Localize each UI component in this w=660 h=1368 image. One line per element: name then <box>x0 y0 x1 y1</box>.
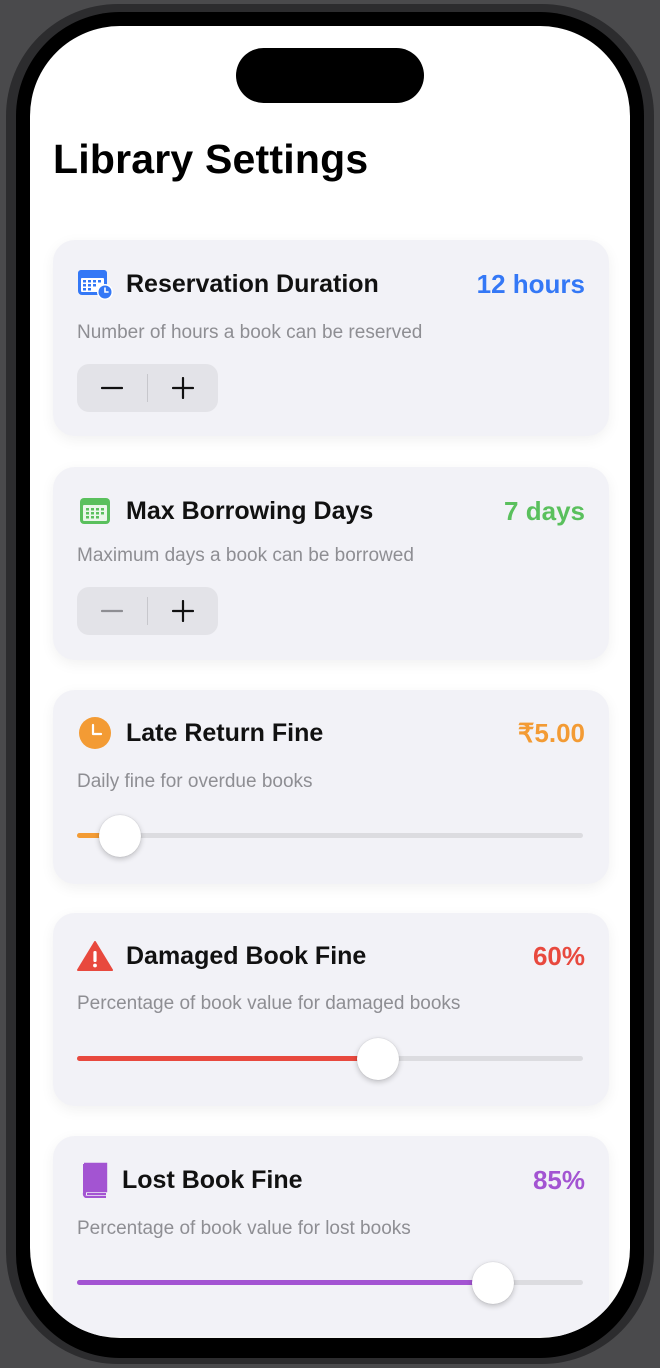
reservation-duration-title: Reservation Duration <box>126 269 379 298</box>
screen: Library Settings Reservation Duration 12… <box>30 26 630 1338</box>
card-header: Reservation Duration 12 hours <box>77 264 585 304</box>
decrement-button[interactable] <box>77 587 147 635</box>
lost-book-fine-card: Lost Book Fine 85% Percentage of book va… <box>53 1136 609 1336</box>
late-return-fine-card: Late Return Fine ₹5.00 Daily fine for ov… <box>53 690 609 884</box>
calendar-icon <box>77 493 113 529</box>
warning-triangle-icon <box>77 938 113 974</box>
max-borrowing-days-description: Maximum days a book can be borrowed <box>77 545 414 566</box>
card-header: Max Borrowing Days 7 days <box>77 491 585 531</box>
clock-icon <box>77 715 113 751</box>
slider-fill <box>77 1280 493 1285</box>
damaged-book-fine-title: Damaged Book Fine <box>126 941 367 970</box>
late-return-fine-slider[interactable] <box>77 814 583 858</box>
card-header: Lost Book Fine 85% <box>77 1160 585 1200</box>
minus-icon <box>101 609 123 613</box>
max-borrowing-days-title: Max Borrowing Days <box>126 496 374 525</box>
lost-book-fine-slider[interactable] <box>77 1261 583 1305</box>
slider-thumb[interactable] <box>99 815 141 857</box>
increment-button[interactable] <box>148 587 218 635</box>
damaged-book-fine-value: 60% <box>532 940 585 971</box>
slider-track <box>77 833 583 838</box>
dynamic-island <box>236 48 424 103</box>
lost-book-fine-value: 85% <box>532 1164 585 1195</box>
plus-icon <box>172 600 194 622</box>
slider-thumb[interactable] <box>472 1262 514 1304</box>
plus-icon <box>172 377 194 399</box>
damaged-book-fine-card: Damaged Book Fine 60% Percentage of book… <box>53 913 609 1106</box>
max-borrowing-days-card: Max Borrowing Days 7 days Maximum days a… <box>53 467 609 660</box>
lost-book-fine-title: Lost Book Fine <box>122 1165 303 1194</box>
reservation-duration-card: Reservation Duration 12 hours Number of … <box>53 240 609 436</box>
card-header: Damaged Book Fine 60% <box>77 936 585 976</box>
damaged-book-fine-description: Percentage of book value for damaged boo… <box>77 993 461 1014</box>
page-title: Library Settings <box>53 136 369 182</box>
increment-button[interactable] <box>148 364 218 412</box>
reservation-duration-stepper <box>77 364 218 412</box>
decrement-button[interactable] <box>77 364 147 412</box>
book-icon <box>77 1162 113 1198</box>
max-borrowing-days-stepper <box>77 587 218 635</box>
minus-icon <box>101 386 123 390</box>
reservation-duration-description: Number of hours a book can be reserved <box>77 322 423 343</box>
reservation-duration-value: 12 hours <box>476 268 585 299</box>
calendar-clock-icon <box>77 266 113 302</box>
max-borrowing-days-value: 7 days <box>504 495 585 526</box>
late-return-fine-title: Late Return Fine <box>126 718 324 747</box>
slider-thumb[interactable] <box>357 1038 399 1080</box>
late-return-fine-value: ₹5.00 <box>517 717 585 748</box>
damaged-book-fine-slider[interactable] <box>77 1037 583 1081</box>
slider-fill <box>77 1056 378 1061</box>
late-return-fine-description: Daily fine for overdue books <box>77 771 313 792</box>
lost-book-fine-description: Percentage of book value for lost books <box>77 1218 411 1239</box>
card-header: Late Return Fine ₹5.00 <box>77 713 585 753</box>
